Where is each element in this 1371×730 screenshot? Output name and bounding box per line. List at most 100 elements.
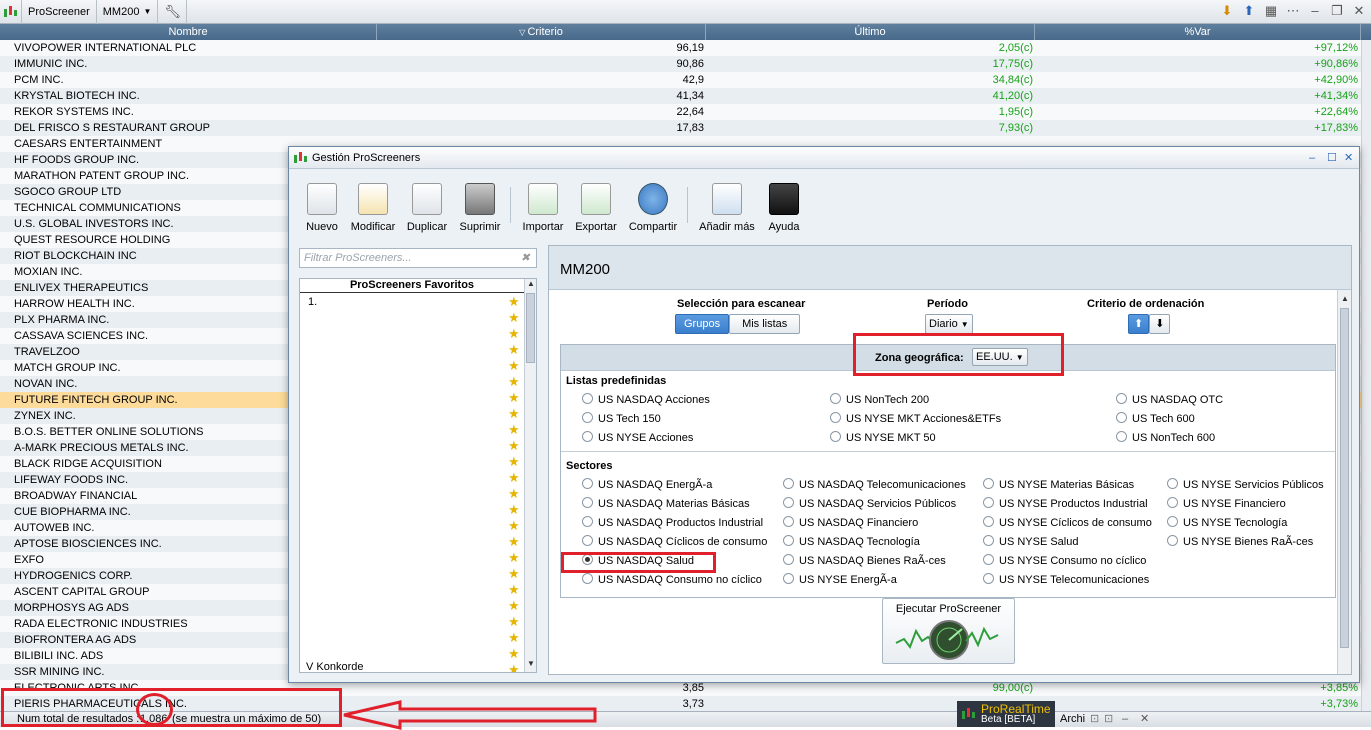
- favorite-star-icon[interactable]: ★: [508, 599, 520, 612]
- minimize-icon[interactable]: –: [1309, 147, 1315, 169]
- filter-input[interactable]: Filtrar ProScreeners... ✖: [299, 248, 537, 268]
- share-button[interactable]: Compartir: [627, 183, 679, 233]
- radio-button[interactable]: [830, 431, 841, 442]
- my-lists-tab[interactable]: Mis listas: [729, 314, 801, 334]
- column-header-var[interactable]: %Var: [1035, 24, 1361, 40]
- table-row[interactable]: KRYSTAL BIOTECH INC. 41,34 41,20(c) +41,34%: [0, 88, 1361, 104]
- groups-tab[interactable]: Grupos: [675, 314, 730, 334]
- screener-dropdown[interactable]: MM200 ▼: [97, 0, 159, 24]
- favorite-star-icon[interactable]: ★: [508, 503, 520, 516]
- predefined-list-option[interactable]: US Tech 600: [1116, 412, 1195, 426]
- sector-option[interactable]: US NASDAQ Cíclicos de consumo: [582, 535, 767, 549]
- favorites-scrollbar[interactable]: ▲ ▼: [524, 279, 536, 672]
- sort-ascending-button[interactable]: ⬆: [1128, 314, 1150, 334]
- sector-option[interactable]: US NASDAQ Tecnología: [783, 535, 920, 549]
- clear-icon[interactable]: ✖: [521, 249, 530, 267]
- sector-option[interactable]: US NYSE Servicios Públicos: [1167, 478, 1324, 492]
- favorite-star-icon[interactable]: ★: [508, 391, 520, 404]
- radio-button[interactable]: [983, 573, 994, 584]
- maximize-icon[interactable]: ☐: [1327, 147, 1337, 169]
- radio-button[interactable]: [582, 431, 593, 442]
- minimize-icon[interactable]: –: [1307, 3, 1323, 19]
- sector-option[interactable]: US NASDAQ EnergÃ-a: [582, 478, 712, 492]
- sector-option[interactable]: US NYSE Tecnología: [1167, 516, 1287, 530]
- close-icon[interactable]: ✕: [1140, 712, 1149, 727]
- modify-button[interactable]: Modificar: [347, 183, 399, 233]
- sector-option[interactable]: US NASDAQ Financiero: [783, 516, 918, 530]
- radio-button[interactable]: [1116, 412, 1127, 423]
- download-icon[interactable]: ⬇: [1219, 3, 1235, 19]
- sort-descending-button[interactable]: ⬇: [1149, 314, 1171, 334]
- radio-button[interactable]: [983, 535, 994, 546]
- radio-button[interactable]: [783, 497, 794, 508]
- radio-button[interactable]: [783, 554, 794, 565]
- pin2-icon[interactable]: ⊡: [1104, 712, 1113, 727]
- radio-button[interactable]: [983, 478, 994, 489]
- predefined-list-option[interactable]: US NYSE MKT 50: [830, 431, 936, 445]
- favorite-star-icon[interactable]: ★: [508, 647, 520, 660]
- radio-button[interactable]: [582, 412, 593, 423]
- favorite-star-icon[interactable]: ★: [508, 487, 520, 500]
- favorite-star-icon[interactable]: ★: [508, 471, 520, 484]
- restore-icon[interactable]: ❐: [1329, 3, 1345, 19]
- sector-option[interactable]: US NYSE EnergÃ-a: [783, 573, 897, 587]
- favorite-star-icon[interactable]: ★: [508, 551, 520, 564]
- radio-button[interactable]: [1167, 497, 1178, 508]
- radio-button[interactable]: [582, 478, 593, 489]
- radio-button[interactable]: [783, 516, 794, 527]
- table-row[interactable]: PCM INC. 42,9 34,84(c) +42,90%: [0, 72, 1361, 88]
- radio-button[interactable]: [1167, 516, 1178, 527]
- export-button[interactable]: Exportar: [573, 183, 619, 233]
- favorite-star-icon[interactable]: ★: [508, 583, 520, 596]
- favorite-star-icon[interactable]: ★: [508, 519, 520, 532]
- radio-button[interactable]: [582, 497, 593, 508]
- table-row[interactable]: REKOR SYSTEMS INC. 22,64 1,95(c) +22,64%: [0, 104, 1361, 120]
- favorite-star-icon[interactable]: ★: [508, 663, 520, 672]
- favorite-star-icon[interactable]: ★: [508, 311, 520, 324]
- sector-option[interactable]: US NYSE Telecomunicaciones: [983, 573, 1149, 587]
- add-more-button[interactable]: Añadir más: [697, 183, 757, 233]
- sector-option[interactable]: US NYSE Materias Básicas: [983, 478, 1134, 492]
- archi-label[interactable]: Archi: [1060, 712, 1085, 727]
- predefined-list-option[interactable]: US NASDAQ Acciones: [582, 393, 710, 407]
- favorite-star-icon[interactable]: ★: [508, 439, 520, 452]
- close-icon[interactable]: ✕: [1351, 3, 1367, 19]
- favorite-star-icon[interactable]: ★: [508, 615, 520, 628]
- new-button[interactable]: Nuevo: [303, 183, 341, 233]
- sector-option[interactable]: US NASDAQ Bienes RaÃ-ces: [783, 554, 946, 568]
- sector-option[interactable]: US NASDAQ Productos Industrial: [582, 516, 763, 530]
- scroll-up-icon[interactable]: ▲: [527, 279, 535, 288]
- table-row[interactable]: DEL FRISCO S RESTAURANT GROUP 17,83 7,93(c…: [0, 120, 1361, 136]
- favorite-star-icon[interactable]: ★: [508, 535, 520, 548]
- delete-button[interactable]: Suprimir: [457, 183, 503, 233]
- layout-icon[interactable]: ▦: [1263, 3, 1279, 19]
- column-header-criterio[interactable]: ▽ Criterio: [377, 24, 706, 40]
- favorite-star-icon[interactable]: ★: [508, 327, 520, 340]
- radio-button[interactable]: [582, 535, 593, 546]
- scroll-thumb[interactable]: [1340, 308, 1349, 648]
- sector-option[interactable]: US NYSE Productos Industrial: [983, 497, 1148, 511]
- predefined-list-option[interactable]: US NYSE Acciones: [582, 431, 693, 445]
- radio-button[interactable]: [783, 478, 794, 489]
- radio-button[interactable]: [582, 516, 593, 527]
- predefined-list-option[interactable]: US NASDAQ OTC: [1116, 393, 1223, 407]
- period-dropdown[interactable]: Diario ▼: [925, 314, 973, 334]
- predefined-list-option[interactable]: US NonTech 600: [1116, 431, 1215, 445]
- table-row[interactable]: IMMUNIC INC. 90,86 17,75(c) +90,86%: [0, 56, 1361, 72]
- favorite-star-icon[interactable]: ★: [508, 407, 520, 420]
- prorealtime-badge[interactable]: ProRealTime Beta [BETA]: [957, 701, 1055, 727]
- table-row[interactable]: VIVOPOWER INTERNATIONAL PLC 96,19 2,05(c) +…: [0, 40, 1361, 56]
- upload-icon[interactable]: ⬆: [1241, 3, 1257, 19]
- radio-button[interactable]: [1116, 393, 1127, 404]
- radio-button[interactable]: [582, 573, 593, 584]
- predefined-list-option[interactable]: US NYSE MKT Acciones&ETFs: [830, 412, 1001, 426]
- radio-button[interactable]: [783, 573, 794, 584]
- favorite-item-first[interactable]: 1.: [308, 296, 317, 308]
- favorite-star-icon[interactable]: ★: [508, 631, 520, 644]
- sector-option[interactable]: US NASDAQ Consumo no cíclico: [582, 573, 762, 587]
- duplicate-button[interactable]: Duplicar: [405, 183, 449, 233]
- wrench-button[interactable]: 🔧︎: [158, 0, 188, 24]
- sector-option[interactable]: US NYSE Consumo no cíclico: [983, 554, 1146, 568]
- favorite-star-icon[interactable]: ★: [508, 423, 520, 436]
- favorite-item-last[interactable]: V Konkorde: [306, 661, 363, 672]
